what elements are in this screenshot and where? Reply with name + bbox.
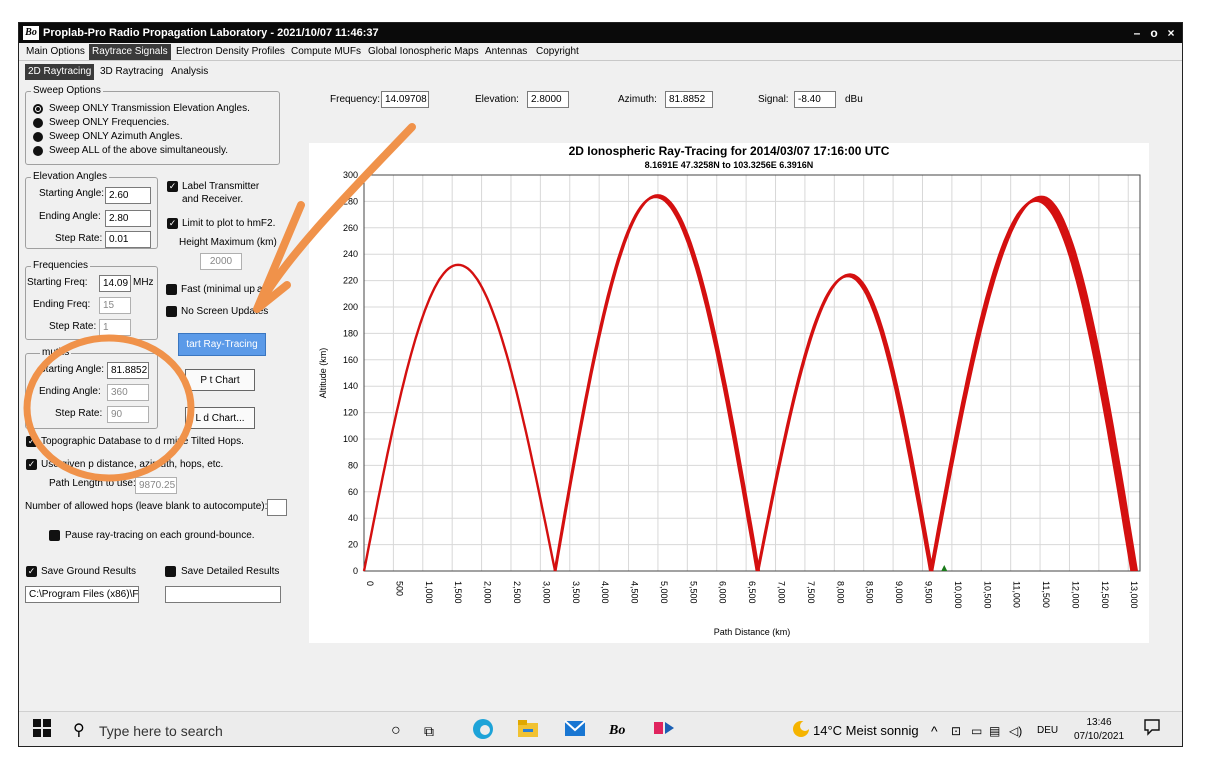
x-tick-label: 500 xyxy=(394,581,404,596)
task-view-icon[interactable]: ○ xyxy=(391,720,401,742)
windows-start-icon[interactable] xyxy=(33,719,51,741)
x-axis-label: Path Distance (km) xyxy=(714,627,791,637)
raytrace-chart: 2D Ionospheric Ray-Tracing for 2014/03/0… xyxy=(309,143,1149,643)
x-tick-label: 9,000 xyxy=(894,581,904,604)
x-tick-label: 10,000 xyxy=(953,581,963,609)
tray-chevron-icon[interactable]: ^ xyxy=(931,720,938,742)
x-tick-label: 13,000 xyxy=(1129,581,1139,609)
y-tick-label: 0 xyxy=(353,566,358,576)
proplab-taskbar-icon[interactable]: Bo xyxy=(609,720,625,742)
x-tick-label: 0 xyxy=(365,581,375,586)
x-tick-label: 10,500 xyxy=(982,581,992,609)
taskbar-search-input[interactable]: Type here to search xyxy=(99,720,223,742)
x-tick-label: 5,000 xyxy=(659,581,669,604)
x-tick-label: 8,500 xyxy=(865,581,875,604)
x-tick-label: 1,500 xyxy=(453,581,463,604)
x-tick-label: 9,500 xyxy=(923,581,933,604)
app-window: Bo Proplab-Pro Radio Propagation Laborat… xyxy=(18,22,1183,747)
taskbar: ⚲ Type here to search ○ ⧉ Bo 14°C Meist … xyxy=(19,711,1182,746)
y-tick-label: 260 xyxy=(343,223,358,233)
y-tick-label: 60 xyxy=(348,487,358,497)
y-tick-label: 80 xyxy=(348,460,358,470)
x-tick-label: 6,000 xyxy=(718,581,728,604)
y-tick-label: 280 xyxy=(343,196,358,206)
chart-background xyxy=(309,143,1149,643)
y-tick-label: 220 xyxy=(343,276,358,286)
weather-icon xyxy=(791,719,811,741)
x-tick-label: 3,000 xyxy=(541,581,551,604)
y-tick-label: 20 xyxy=(348,540,358,550)
network-icon[interactable]: ▤ xyxy=(989,720,1000,742)
x-tick-label: 7,500 xyxy=(806,581,816,604)
y-tick-label: 300 xyxy=(343,170,358,180)
x-tick-label: 5,500 xyxy=(688,581,698,604)
media-app-icon[interactable] xyxy=(653,719,675,741)
x-tick-label: 8,000 xyxy=(835,581,845,604)
edge-browser-icon[interactable] xyxy=(471,717,495,739)
file-explorer-icon[interactable] xyxy=(517,718,539,740)
clock-time[interactable]: 13:46 xyxy=(1071,717,1127,729)
x-tick-label: 3,500 xyxy=(571,581,581,604)
widgets-icon[interactable]: ⧉ xyxy=(424,720,434,742)
clock-date[interactable]: 07/10/2021 xyxy=(1071,731,1127,743)
y-tick-label: 100 xyxy=(343,434,358,444)
weather-text[interactable]: 14°C Meist sonnig xyxy=(813,720,919,742)
meet-now-icon[interactable]: ⊡ xyxy=(951,720,961,742)
y-tick-label: 140 xyxy=(343,381,358,391)
mail-icon[interactable] xyxy=(564,718,586,740)
chart-subtitle: 8.1691E 47.3258N to 103.3256E 6.3916N xyxy=(645,160,814,170)
notifications-icon[interactable] xyxy=(1143,718,1161,740)
volume-icon[interactable]: ◁) xyxy=(1009,720,1022,742)
battery-icon[interactable]: ▭ xyxy=(971,720,982,742)
x-tick-label: 11,500 xyxy=(1041,581,1051,608)
x-tick-label: 12,000 xyxy=(1070,581,1080,609)
y-tick-label: 160 xyxy=(343,355,358,365)
chart-title: 2D Ionospheric Ray-Tracing for 2014/03/0… xyxy=(569,144,890,158)
x-tick-label: 4,000 xyxy=(600,581,610,604)
x-tick-label: 2,000 xyxy=(483,581,493,604)
x-tick-label: 4,500 xyxy=(630,581,640,604)
x-tick-label: 12,500 xyxy=(1100,581,1110,609)
x-tick-label: 1,000 xyxy=(424,581,434,604)
y-tick-label: 180 xyxy=(343,328,358,338)
y-tick-label: 200 xyxy=(343,302,358,312)
x-tick-label: 6,500 xyxy=(747,581,757,604)
y-tick-label: 240 xyxy=(343,249,358,259)
y-tick-label: 120 xyxy=(343,408,358,418)
x-tick-label: 7,000 xyxy=(777,581,787,604)
search-icon[interactable]: ⚲ xyxy=(73,720,85,742)
x-tick-label: 2,500 xyxy=(512,581,522,604)
language-indicator[interactable]: DEU xyxy=(1037,720,1058,742)
y-axis-label: Altitude (km) xyxy=(318,348,328,399)
x-tick-label: 11,000 xyxy=(1012,581,1022,608)
y-tick-label: 40 xyxy=(348,513,358,523)
